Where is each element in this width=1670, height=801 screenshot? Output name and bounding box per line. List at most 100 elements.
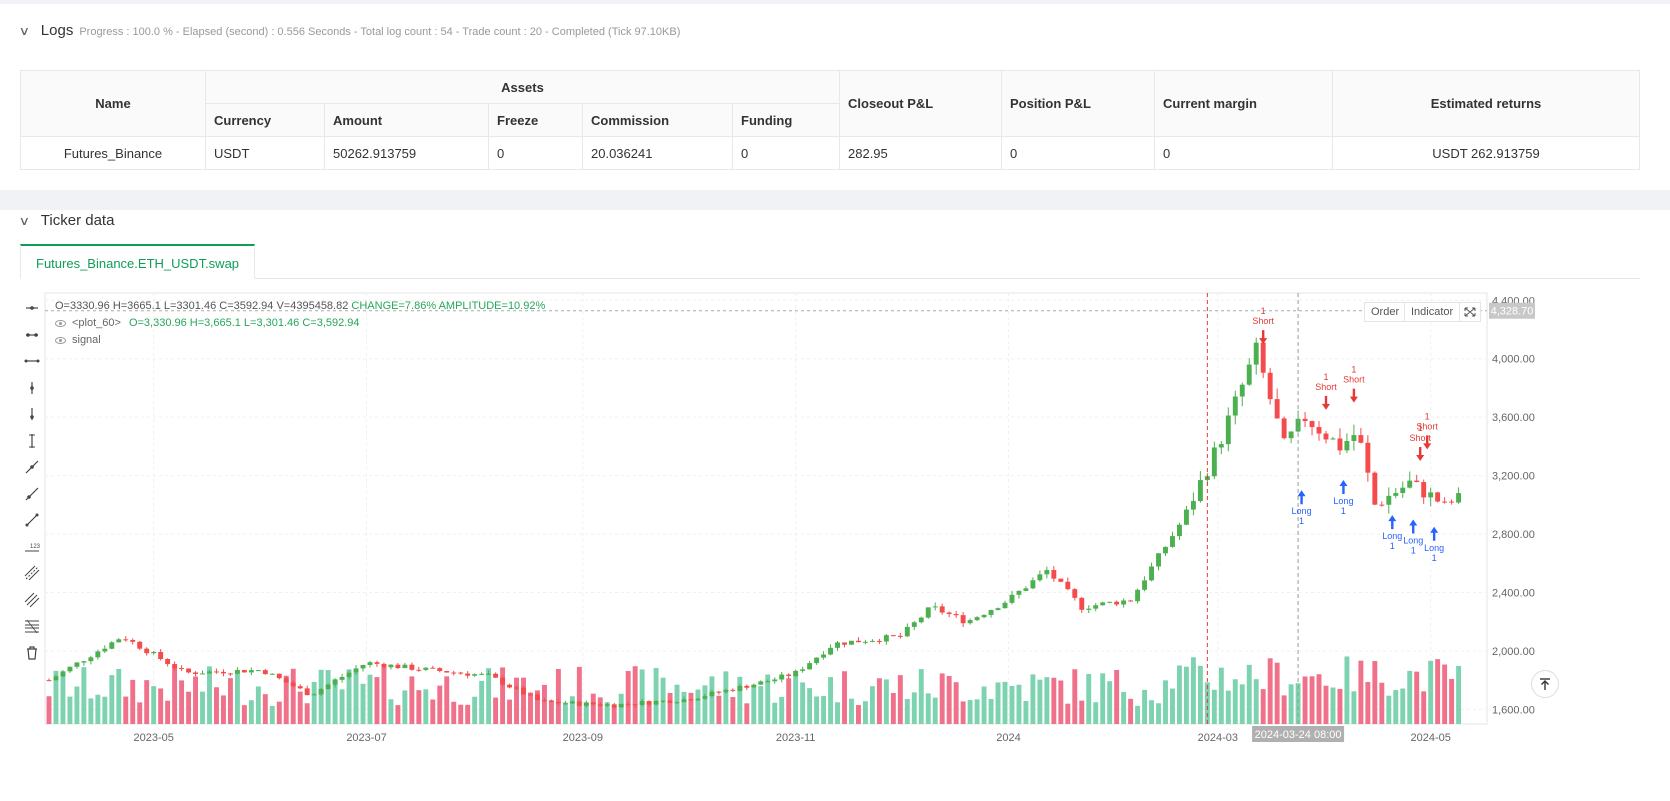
volume-bar xyxy=(709,676,715,724)
candle-body xyxy=(207,671,212,674)
fullscreen-button[interactable] xyxy=(1459,302,1481,322)
vertical-line-icon[interactable] xyxy=(20,375,44,402)
vertical-segment-icon[interactable] xyxy=(20,428,44,455)
volume-bar xyxy=(1351,691,1357,724)
y-tick-label: 2,800.00 xyxy=(1492,529,1535,541)
volume-bar xyxy=(1330,687,1336,724)
signal-legend-name: signal xyxy=(72,334,101,346)
volume-bar xyxy=(590,693,596,724)
candle-body xyxy=(562,703,568,705)
svg-text:123: 123 xyxy=(30,544,40,550)
candle-body xyxy=(911,622,917,627)
volume-bar xyxy=(46,696,52,724)
candle-body xyxy=(437,668,443,671)
ohlc-close: C=3592.94 xyxy=(219,300,274,312)
trend-line-icon[interactable] xyxy=(20,454,44,481)
candle-body xyxy=(234,669,240,674)
candle-body xyxy=(95,651,101,658)
volume-bar xyxy=(276,701,282,724)
candle-body xyxy=(1330,438,1336,440)
candle-body xyxy=(241,669,247,673)
volume-bar xyxy=(1246,664,1252,724)
candle-body xyxy=(1267,372,1273,400)
order-button[interactable]: Order xyxy=(1364,302,1407,322)
candle-body xyxy=(179,668,185,670)
volume-bar xyxy=(1281,695,1287,724)
volume-bar xyxy=(186,691,192,724)
vertical-ray-icon[interactable] xyxy=(20,401,44,428)
candle-body xyxy=(786,674,792,677)
candle-body xyxy=(1211,447,1217,477)
volume-bar xyxy=(1065,703,1071,724)
volume-bar xyxy=(988,698,994,724)
signal-qty: 1 xyxy=(1390,541,1395,551)
price-label-icon[interactable]: 123 xyxy=(20,534,44,561)
candle-body xyxy=(876,640,882,642)
logs-header[interactable]: ∨ Logs Progress : 100.0 % - Elapsed (sec… xyxy=(19,22,681,39)
col-currency: Currency xyxy=(205,103,325,137)
scroll-to-top-button[interactable] xyxy=(1531,670,1559,698)
candle-body xyxy=(165,659,171,665)
trash-icon[interactable] xyxy=(20,640,44,667)
segment-line-icon[interactable] xyxy=(20,507,44,534)
indicator-button[interactable]: Indicator xyxy=(1404,302,1461,322)
cell-returns: USDT 262.913759 xyxy=(1332,136,1640,170)
candle-body xyxy=(297,686,303,689)
volume-bar xyxy=(353,672,359,724)
volume-bar xyxy=(751,687,757,724)
x-tick-label: 2023-07 xyxy=(346,732,386,744)
eye-icon[interactable] xyxy=(55,336,66,344)
candle-body xyxy=(737,685,743,691)
plot-legend[interactable]: <plot_60> O=3,330.96 H=3,665.1 L=3,301.4… xyxy=(55,317,360,329)
candle-body xyxy=(60,671,66,677)
candle-body xyxy=(1135,589,1141,602)
volume-bar xyxy=(995,682,1001,724)
signal-label: Short xyxy=(1252,316,1274,326)
volume-bar xyxy=(207,666,212,724)
volume-bar xyxy=(1086,673,1092,724)
x-tick-label: 2023-05 xyxy=(133,732,173,744)
horizontal-segment-icon[interactable] xyxy=(20,348,44,375)
volume-bar xyxy=(1407,670,1413,724)
candle-body xyxy=(1086,608,1092,610)
candle-body xyxy=(74,662,80,667)
candlestick-chart[interactable]: 1,600.00 2,000.00 2,400.00 2,800.00 3,200.00… xyxy=(0,210,1670,801)
cell-margin: 0 xyxy=(1154,136,1333,170)
volume-bar xyxy=(1121,691,1127,724)
chevron-down-icon[interactable]: ∨ xyxy=(19,24,30,38)
candle-body xyxy=(353,668,359,673)
x-tick-label: 2023-11 xyxy=(776,732,816,744)
candle-body xyxy=(800,669,806,671)
signal-label: Short xyxy=(1416,421,1438,431)
ticker-panel: ∨ Ticker data Futures_Binance.ETH_USDT.s… xyxy=(0,210,1670,801)
candle-body xyxy=(618,703,624,708)
volume-bar xyxy=(939,673,945,724)
horizontal-line-icon[interactable] xyxy=(20,295,44,322)
ray-line-icon[interactable] xyxy=(20,481,44,508)
volume-bar xyxy=(716,695,722,724)
candle-body xyxy=(1239,384,1245,397)
horizontal-ray-icon[interactable] xyxy=(20,322,44,349)
pitchfork-icon[interactable] xyxy=(20,587,44,614)
parallel-channel-icon[interactable] xyxy=(20,560,44,587)
volume-bar xyxy=(1386,695,1392,724)
candle-body xyxy=(869,640,875,642)
col-assets: Assets xyxy=(205,70,840,104)
candle-body xyxy=(1421,482,1427,498)
candle-body xyxy=(479,673,485,675)
candle-body xyxy=(1016,590,1022,595)
candle-body xyxy=(821,654,827,658)
volume-bar xyxy=(1260,689,1266,724)
fibonacci-icon[interactable] xyxy=(20,613,44,640)
candle-body xyxy=(123,639,129,641)
volume-bar xyxy=(123,696,129,724)
eye-icon[interactable] xyxy=(55,319,66,327)
expand-icon xyxy=(1464,307,1476,317)
volume-bar xyxy=(883,679,889,724)
signal-label: Long xyxy=(1424,543,1444,553)
candle-body xyxy=(779,674,785,680)
candle-body xyxy=(702,696,708,699)
volume-bar xyxy=(1414,671,1420,724)
volume-bar xyxy=(172,667,178,724)
signal-legend[interactable]: signal xyxy=(55,334,101,346)
